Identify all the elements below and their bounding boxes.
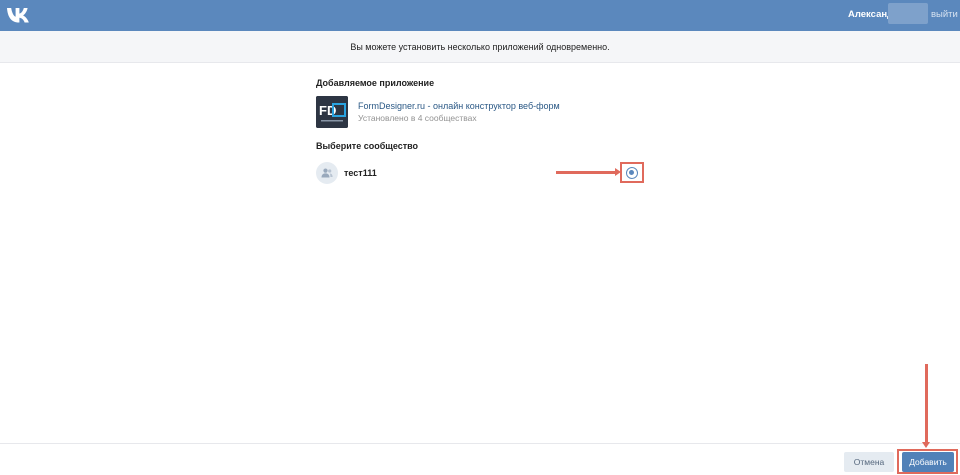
community-group-icon <box>321 168 333 178</box>
app-installed-count: Установлено в 4 сообществах <box>358 113 477 123</box>
logout-link[interactable]: выйти <box>931 9 958 20</box>
community-name[interactable]: тест111 <box>344 168 377 178</box>
page: Александр выйти Вы можете установить нес… <box>0 0 960 475</box>
app-icon[interactable]: FD <box>316 96 348 128</box>
app-section-title: Добавляемое приложение <box>316 78 435 88</box>
community-avatar <box>316 162 338 184</box>
community-section-title: Выберите сообщество <box>316 141 419 151</box>
app-name-link[interactable]: FormDesigner.ru - онлайн конструктор веб… <box>358 101 560 111</box>
vk-logo-icon[interactable] <box>6 5 30 25</box>
notice-text: Вы можете установить несколько приложени… <box>350 42 610 52</box>
notice-bar: Вы можете установить несколько приложени… <box>0 31 960 63</box>
annotation-arrowhead-down <box>922 442 930 448</box>
cancel-button[interactable]: Отмена <box>844 452 894 472</box>
annotation-arrow-to-radio <box>556 171 618 174</box>
user-avatar-blurred[interactable] <box>888 3 928 24</box>
community-select-radio[interactable] <box>626 167 638 179</box>
add-button[interactable]: Добавить <box>902 452 954 472</box>
top-header: Александр выйти <box>0 0 960 31</box>
annotation-arrow-to-add <box>925 364 928 444</box>
radio-selected-dot <box>629 170 634 175</box>
footer-bar <box>0 443 960 475</box>
